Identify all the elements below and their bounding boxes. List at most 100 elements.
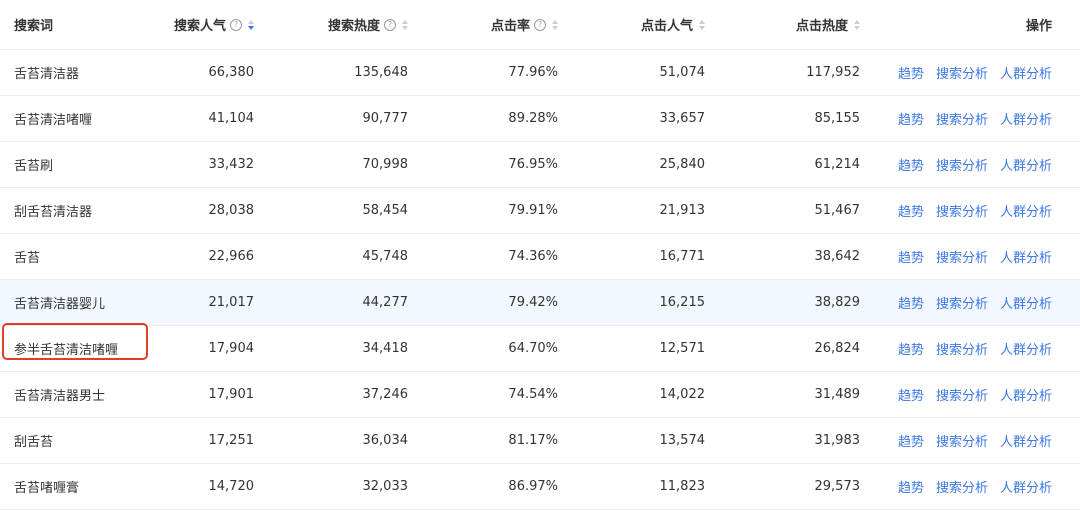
search-analysis-link[interactable]: 搜索分析 <box>936 431 988 450</box>
actions-cell: 趋势 搜索分析 人群分析 <box>898 326 1052 371</box>
trend-link[interactable]: 趋势 <box>898 201 924 220</box>
search-heat-cell: 135,648 <box>354 65 408 80</box>
trend-link[interactable]: 趋势 <box>898 431 924 450</box>
crowd-analysis-link[interactable]: 人群分析 <box>1000 431 1052 450</box>
click-popularity-cell: 13,574 <box>659 433 706 448</box>
crowd-analysis-link[interactable]: 人群分析 <box>1000 385 1052 404</box>
table-row[interactable]: 刮舌苔 17,251 36,034 81.17% 13,574 31,983 趋势 搜索分析人… <box>0 418 1080 464</box>
search-analysis-link[interactable]: 搜索分析 <box>936 155 988 174</box>
header-click-heat[interactable]: 点击热度 <box>796 0 860 49</box>
help-icon[interactable]: ? <box>534 18 546 31</box>
click-popularity-cell: 12,571 <box>659 341 706 356</box>
crowd-analysis-link[interactable]: 人群分析 <box>1000 155 1052 174</box>
crowd-analysis-link[interactable]: 人群分析 <box>1000 109 1052 128</box>
table-row[interactable]: 舌苔清洁器 66,380 135,648 77.96% 51,074 117,952 趋势搜… <box>0 50 1080 96</box>
actions-cell: 趋势 搜索分析 人群分析 <box>898 96 1052 141</box>
sort-icon[interactable] <box>854 19 860 30</box>
header-ctr[interactable]: 点击率 ? <box>491 0 558 49</box>
crowd-analysis-link[interactable]: 人群分析 <box>1000 247 1052 266</box>
click-heat-cell: 61,214 <box>814 157 861 172</box>
search-analysis-link[interactable]: 搜索分析 <box>936 293 988 312</box>
table-header: 搜索词 搜索人气 ? 搜索热度 ? 点击率 ? 点击人气 点击热度 操作 <box>0 0 1080 50</box>
crowd-analysis-link[interactable]: 人群分析 <box>1000 201 1052 220</box>
actions-cell: 趋势 搜索分析 人群分析 <box>898 418 1052 463</box>
header-click-popularity-label: 点击人气 <box>640 19 693 34</box>
search-heat-cell: 44,277 <box>362 295 409 310</box>
search-popularity-cell: 22,966 <box>208 249 255 264</box>
table-row[interactable]: 参半舌苔清洁啫喱 17,904 34,418 64.70% 12,571 26,824 趋势… <box>0 326 1080 372</box>
search-popularity-cell: 33,432 <box>208 157 255 172</box>
click-heat-cell: 51,467 <box>814 203 861 218</box>
crowd-analysis-link[interactable]: 人群分析 <box>1000 63 1052 82</box>
crowd-analysis-link[interactable]: 人群分析 <box>1000 477 1052 496</box>
crowd-analysis-link[interactable]: 人群分析 <box>1000 293 1052 312</box>
search-popularity-cell: 14,720 <box>208 479 255 494</box>
ctr-cell: 74.54% <box>508 387 558 402</box>
header-ops-label: 操作 <box>1025 19 1052 34</box>
search-analysis-link[interactable]: 搜索分析 <box>936 63 988 82</box>
click-heat-cell: 26,824 <box>814 341 861 356</box>
ctr-cell: 74.36% <box>508 249 558 264</box>
click-popularity-cell: 14,022 <box>659 387 706 402</box>
search-heat-cell: 45,748 <box>362 249 409 264</box>
actions-cell: 趋势 搜索分析 人群分析 <box>898 142 1052 187</box>
sort-icon[interactable] <box>248 19 254 30</box>
table-row[interactable]: 舌苔刷 33,432 70,998 76.95% 25,840 61,214 趋势 搜索分析人… <box>0 142 1080 188</box>
crowd-analysis-link[interactable]: 人群分析 <box>1000 339 1052 358</box>
sort-desc-icon <box>402 25 408 30</box>
sort-icon[interactable] <box>402 19 408 30</box>
header-search-popularity-label: 搜索人气 <box>173 19 226 34</box>
search-popularity-cell: 66,380 <box>208 65 255 80</box>
search-analysis-link[interactable]: 搜索分析 <box>936 201 988 220</box>
trend-link[interactable]: 趋势 <box>898 477 924 496</box>
table-row[interactable]: 舌苔清洁器男士 17,901 37,246 74.54% 14,022 31,489 趋势搜… <box>0 372 1080 418</box>
search-heat-cell: 34,418 <box>362 341 409 356</box>
ctr-cell: 81.17% <box>508 433 558 448</box>
table-row[interactable]: 舌苔啫喱膏 14,720 32,033 86.97% 11,823 29,573 趋势 搜索分… <box>0 464 1080 510</box>
table-row[interactable]: 刮舌苔清洁器 28,038 58,454 79.91% 21,913 51,467 趋势 搜索… <box>0 188 1080 234</box>
help-icon[interactable]: ? <box>230 18 242 31</box>
sort-desc-icon <box>552 25 558 30</box>
search-analysis-link[interactable]: 搜索分析 <box>936 247 988 266</box>
table-row[interactable]: 舌苔清洁器婴儿 21,017 44,277 79.42% 16,215 38,829 趋势搜… <box>0 280 1080 326</box>
search-analysis-link[interactable]: 搜索分析 <box>936 109 988 128</box>
table-row[interactable]: 舌苔清洁啫喱 41,104 90,777 89.28% 33,657 85,155 趋势 搜索… <box>0 96 1080 142</box>
ctr-cell: 77.96% <box>508 65 558 80</box>
header-keyword: 搜索词 <box>14 0 174 49</box>
sort-desc-icon <box>699 25 705 30</box>
trend-link[interactable]: 趋势 <box>898 247 924 266</box>
trend-link[interactable]: 趋势 <box>898 293 924 312</box>
header-click-popularity[interactable]: 点击人气 <box>641 0 705 49</box>
header-keyword-label: 搜索词 <box>14 19 54 34</box>
help-icon[interactable]: ? <box>384 18 396 31</box>
table-row[interactable]: 舌苔 22,966 45,748 74.36% 16,771 38,642 趋势 搜索分析 人群… <box>0 234 1080 280</box>
click-heat-cell: 38,829 <box>814 295 861 310</box>
ctr-cell: 79.91% <box>508 203 558 218</box>
sort-icon[interactable] <box>552 19 558 30</box>
search-heat-cell: 70,998 <box>362 157 409 172</box>
sort-desc-icon <box>248 25 254 30</box>
trend-link[interactable]: 趋势 <box>898 155 924 174</box>
keyword-cell: 舌苔刷 <box>14 159 54 174</box>
search-heat-cell: 58,454 <box>362 203 409 218</box>
search-analysis-link[interactable]: 搜索分析 <box>936 339 988 358</box>
header-search-popularity[interactable]: 搜索人气 ? <box>174 0 254 49</box>
click-heat-cell: 85,155 <box>814 111 861 126</box>
search-heat-cell: 37,246 <box>362 387 409 402</box>
sort-icon[interactable] <box>699 19 705 30</box>
keyword-cell: 舌苔 <box>14 251 41 266</box>
ctr-cell: 89.28% <box>508 111 558 126</box>
trend-link[interactable]: 趋势 <box>898 385 924 404</box>
search-analysis-link[interactable]: 搜索分析 <box>936 385 988 404</box>
keyword-cell: 舌苔清洁器 <box>14 67 80 82</box>
header-search-heat[interactable]: 搜索热度 ? <box>328 0 408 49</box>
search-analysis-link[interactable]: 搜索分析 <box>936 477 988 496</box>
click-heat-cell: 38,642 <box>814 249 861 264</box>
header-click-heat-label: 点击热度 <box>795 19 848 34</box>
trend-link[interactable]: 趋势 <box>898 339 924 358</box>
header-ops: 操作 <box>1026 0 1052 49</box>
actions-cell: 趋势 搜索分析 人群分析 <box>898 280 1052 325</box>
click-popularity-cell: 11,823 <box>659 479 706 494</box>
trend-link[interactable]: 趋势 <box>898 109 924 128</box>
trend-link[interactable]: 趋势 <box>898 63 924 82</box>
